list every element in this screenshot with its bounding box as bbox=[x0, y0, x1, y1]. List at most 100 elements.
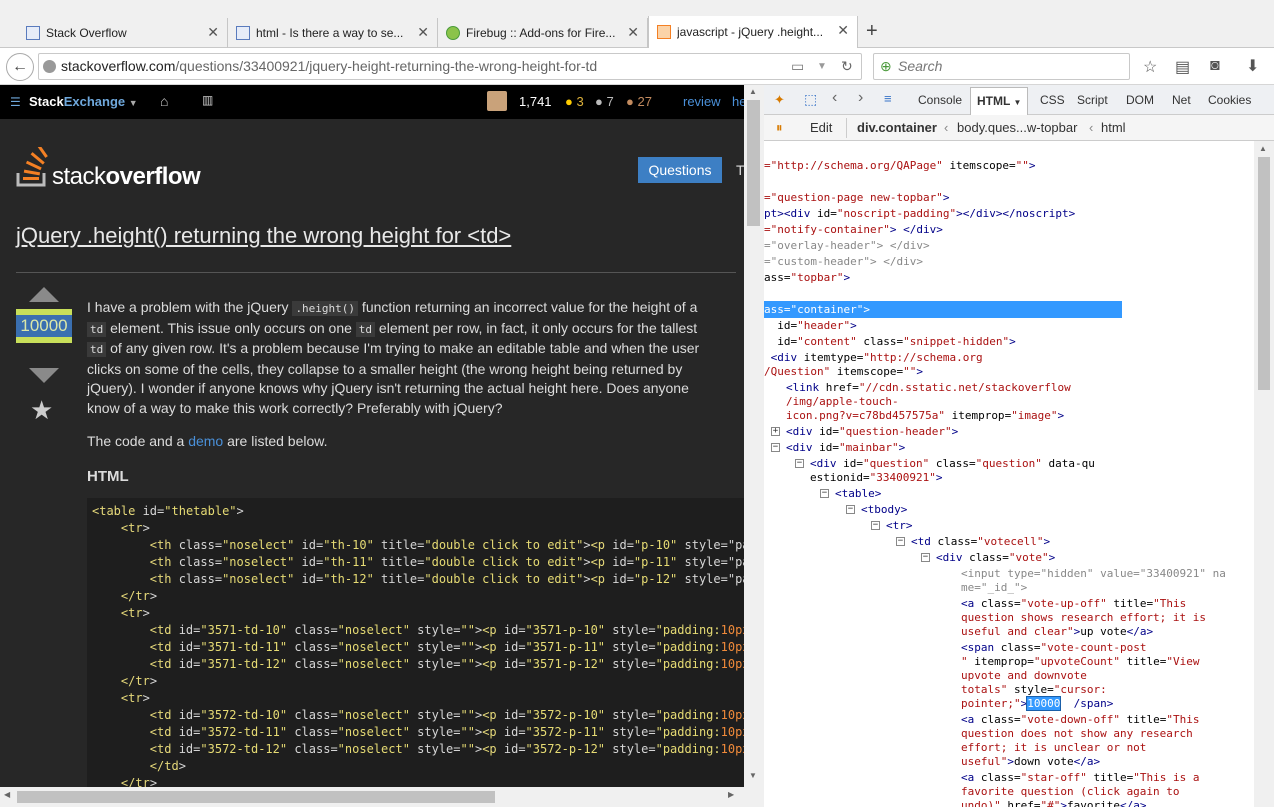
inbox-icon[interactable]: ⌂ bbox=[160, 93, 168, 109]
question-title[interactable]: jQuery .height() returning the wrong hei… bbox=[16, 223, 511, 249]
scroll-down-icon[interactable]: ▼ bbox=[749, 771, 757, 780]
tab-stack-overflow[interactable]: Stack Overflow ✕ bbox=[0, 18, 228, 48]
tree-line[interactable]: ="http://schema.org/QAPage" itemscope=""… bbox=[764, 159, 1036, 173]
tree-line[interactable]: <td class="votecell"> bbox=[911, 535, 1050, 549]
crumb-html[interactable]: html bbox=[1101, 120, 1126, 135]
tab-cookies[interactable]: Cookies bbox=[1208, 93, 1251, 107]
selected-text-node[interactable]: 10000 bbox=[1026, 696, 1062, 711]
tree-line[interactable]: ass="topbar"> bbox=[764, 271, 850, 285]
tab-net[interactable]: Net bbox=[1172, 93, 1191, 107]
tree-line[interactable]: question does not show any research bbox=[961, 727, 1193, 741]
url-bar[interactable]: stackoverflow.com/questions/33400921/jqu… bbox=[38, 53, 862, 80]
scroll-left-icon[interactable]: ◀ bbox=[4, 790, 10, 799]
downvote-arrow-icon[interactable] bbox=[29, 368, 59, 383]
html-tree[interactable]: ="http://schema.org/QAPage" itemscope=""… bbox=[764, 141, 1254, 807]
tree-line[interactable]: icon.png?v=c78bd457575a" itemprop="image… bbox=[786, 409, 1064, 423]
collapse-toggle[interactable]: − bbox=[795, 459, 804, 468]
tree-line[interactable]: <span class="vote-count-post bbox=[961, 641, 1146, 655]
tree-line[interactable]: question shows research effort; it is bbox=[961, 611, 1206, 625]
close-icon[interactable]: ✕ bbox=[627, 24, 639, 41]
questions-nav-button[interactable]: Questions bbox=[638, 157, 722, 183]
tree-line[interactable]: <a class="star-off" title="This is a bbox=[961, 771, 1199, 785]
tree-line[interactable]: ="notify-container"> </div> bbox=[764, 223, 943, 237]
crumb-div-container[interactable]: div.container bbox=[857, 120, 937, 135]
tab-html-question[interactable]: html - Is there a way to se... ✕ bbox=[228, 18, 438, 48]
crumb-body[interactable]: body.ques...w-topbar bbox=[957, 120, 1077, 135]
tree-line[interactable]: <a class="vote-up-off" title="This bbox=[961, 597, 1186, 611]
tab-jquery-height[interactable]: javascript - jQuery .height... ✕ bbox=[648, 16, 858, 48]
tree-line[interactable]: upvote and downvote bbox=[961, 669, 1087, 683]
tree-line[interactable]: <tr> bbox=[886, 519, 913, 533]
stackoverflow-logo-icon[interactable] bbox=[16, 144, 48, 187]
scroll-up-icon[interactable]: ▲ bbox=[1259, 144, 1267, 153]
collapse-toggle[interactable]: − bbox=[871, 521, 880, 530]
tree-line[interactable]: ="question-page new-topbar"> bbox=[764, 191, 949, 205]
collapse-toggle[interactable]: − bbox=[846, 505, 855, 514]
tree-line[interactable]: /Question" itemscope=""> bbox=[764, 365, 923, 379]
tree-line[interactable]: pointer;">10000 /span> bbox=[961, 696, 1113, 711]
tree-line[interactable]: /img/apple-touch- bbox=[786, 395, 899, 409]
bookmarks-list-icon[interactable]: ▤ bbox=[1175, 57, 1190, 77]
tree-line[interactable]: <div id="question-header"> bbox=[786, 425, 958, 439]
tab-console[interactable]: Console bbox=[918, 93, 962, 107]
reader-view-icon[interactable]: ▭ bbox=[791, 54, 804, 79]
horizontal-scrollbar[interactable]: ◀ ▶ bbox=[0, 787, 764, 807]
tree-line[interactable]: <tbody> bbox=[861, 503, 907, 517]
expand-toggle[interactable]: + bbox=[771, 427, 780, 436]
tab-css[interactable]: CSS bbox=[1040, 93, 1065, 107]
upvote-arrow-icon[interactable] bbox=[29, 287, 59, 302]
scroll-thumb[interactable] bbox=[747, 100, 760, 226]
tree-line[interactable]: <div class="vote"> bbox=[936, 551, 1055, 565]
tree-line[interactable]: id="header"> bbox=[764, 319, 856, 333]
tree-line[interactable]: ="custom-header"> </div> bbox=[764, 255, 923, 269]
tree-line[interactable]: pt><div id="noscript-padding"></div></no… bbox=[764, 207, 1075, 221]
tree-line[interactable]: " itemprop="upvoteCount" title="View bbox=[961, 655, 1199, 669]
stackoverflow-wordmark[interactable]: stackoverflow bbox=[52, 163, 201, 191]
collapse-toggle[interactable]: − bbox=[820, 489, 829, 498]
close-icon[interactable]: ✕ bbox=[207, 24, 219, 41]
tree-line[interactable]: totals" style="cursor: bbox=[961, 683, 1107, 697]
review-link[interactable]: review bbox=[683, 94, 721, 109]
collapse-toggle[interactable]: − bbox=[921, 553, 930, 562]
tree-line[interactable]: <a class="vote-down-off" title="This bbox=[961, 713, 1199, 727]
tree-line[interactable]: <div itemtype="http://schema.org bbox=[764, 351, 983, 365]
tab-script[interactable]: Script bbox=[1077, 93, 1108, 107]
search-input[interactable]: ⊕ Search bbox=[873, 53, 1130, 80]
back-button[interactable]: ← bbox=[6, 53, 34, 81]
tree-line[interactable]: <link href="//cdn.sstatic.net/stackoverf… bbox=[786, 381, 1071, 395]
tree-line[interactable]: ="overlay-header"> </div> bbox=[764, 239, 930, 253]
tab-html[interactable]: HTML ▼ bbox=[970, 87, 1029, 116]
bookmark-star-icon[interactable]: ☆ bbox=[1143, 57, 1157, 77]
scroll-right-icon[interactable]: ▶ bbox=[728, 790, 734, 799]
tree-line[interactable]: <input type="hidden" value="33400921" na bbox=[961, 567, 1226, 581]
tree-line[interactable]: useful">down vote</a> bbox=[961, 755, 1100, 769]
tree-line[interactable]: <div id="question" class="question" data… bbox=[810, 457, 1095, 471]
tab-firebug-addons[interactable]: Firebug :: Add-ons for Fire... ✕ bbox=[438, 18, 648, 48]
tree-line[interactable]: <table> bbox=[835, 487, 881, 501]
tab-dom[interactable]: DOM bbox=[1126, 93, 1154, 107]
vertical-scrollbar[interactable]: ▲ ▼ bbox=[744, 85, 764, 787]
scroll-up-icon[interactable]: ▲ bbox=[749, 87, 757, 96]
stackexchange-menu[interactable]: StackExchange ▼ bbox=[29, 94, 138, 109]
tree-line[interactable]: favorite question (click again to bbox=[961, 785, 1180, 799]
demo-link[interactable]: demo bbox=[188, 433, 223, 449]
pocket-icon[interactable]: ◙ bbox=[1210, 57, 1220, 75]
forward-icon[interactable]: › bbox=[858, 89, 863, 107]
tree-line[interactable]: id="content" class="snippet-hidden"> bbox=[764, 335, 1015, 349]
tree-line[interactable]: me="_id_"> bbox=[961, 581, 1027, 595]
close-icon[interactable]: ✕ bbox=[837, 22, 849, 39]
code-block[interactable]: <table id="thetable"> <tr> <th class="no… bbox=[87, 498, 744, 787]
tree-line[interactable]: effort; it is unclear or not bbox=[961, 741, 1146, 755]
edit-button[interactable]: Edit bbox=[810, 120, 832, 135]
tree-line[interactable]: undo)" href="#">favorite</a> bbox=[961, 799, 1146, 807]
download-icon[interactable]: ⬇ bbox=[1246, 56, 1259, 76]
dropdown-icon[interactable]: ▼ bbox=[817, 54, 827, 79]
collapse-toggle[interactable]: − bbox=[896, 537, 905, 546]
scroll-thumb[interactable] bbox=[1258, 157, 1270, 390]
avatar[interactable] bbox=[487, 91, 507, 111]
back-icon[interactable]: ‹ bbox=[832, 89, 837, 107]
tree-line-selected[interactable]: ass="container"> bbox=[764, 303, 870, 317]
tree-line[interactable]: <div id="mainbar"> bbox=[786, 441, 905, 455]
tree-line[interactable]: useful and clear">up vote</a> bbox=[961, 625, 1153, 639]
firebug-menu-icon[interactable]: ✦ bbox=[774, 92, 785, 108]
